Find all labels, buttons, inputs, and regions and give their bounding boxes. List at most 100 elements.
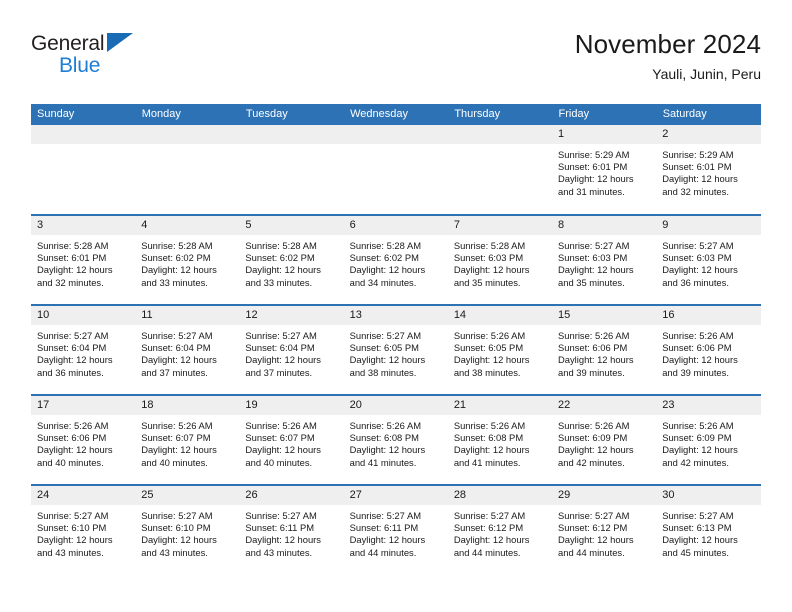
calendar-week-row: 3 Sunrise: 5:28 AM Sunset: 6:01 PM Daylight… [31,214,761,305]
calendar-day-cell[interactable]: 9 Sunrise: 5:27 AM Sunset: 6:03 PM Daylight… [656,214,761,305]
day-number: 30 [656,486,761,505]
calendar-day-cell[interactable]: 30 Sunrise: 5:27 AM Sunset: 6:13 PM Dayligh… [656,484,761,575]
daylight-duration-line1: Daylight: 12 hours [558,264,634,276]
calendar-day-cell[interactable]: 7 Sunrise: 5:28 AM Sunset: 6:03 PM Daylight… [447,214,553,305]
daylight-duration-line2: and 31 minutes. [558,185,625,197]
day-cell-inner [31,125,136,214]
sunrise-time: Sunrise: 5:26 AM [37,420,109,431]
day-cell-details: Sunrise: 5:26 AM Sunset: 6:08 PM Daylight:… [448,415,552,469]
calendar-day-cell[interactable]: 3 Sunrise: 5:28 AM Sunset: 6:01 PM Daylight… [31,214,136,305]
day-cell-inner: 8 Sunrise: 5:27 AM Sunset: 6:03 PM Daylight… [552,216,657,304]
calendar-day-cell[interactable]: 1 Sunrise: 5:29 AM Sunset: 6:01 PM Daylight… [552,125,657,215]
daylight-duration-line1: Daylight: 12 hours [349,354,426,366]
sunrise-time: Sunrise: 5:28 AM [349,240,422,251]
daylight-duration-line2: and 44 minutes. [349,546,417,558]
sunrise-time: Sunrise: 5:27 AM [662,510,734,521]
sunset-time: Sunset: 6:12 PM [558,522,628,534]
calendar-day-cell[interactable]: 5 Sunrise: 5:28 AM Sunset: 6:02 PM Daylight… [239,214,344,305]
calendar-day-cell[interactable]: 2 Sunrise: 5:29 AM Sunset: 6:01 PM Daylight… [656,125,761,215]
sunrise-time: Sunrise: 5:26 AM [141,420,213,431]
day-number [343,125,448,144]
day-cell-details: Sunrise: 5:28 AM Sunset: 6:02 PM Daylight:… [135,235,239,289]
calendar-day-cell[interactable]: 29 Sunrise: 5:27 AM Sunset: 6:12 PM Dayligh… [552,484,657,575]
calendar-day-cell[interactable]: 23 Sunrise: 5:26 AM Sunset: 6:09 PM Dayligh… [656,394,761,485]
calendar-day-cell[interactable]: 13 Sunrise: 5:27 AM Sunset: 6:05 PM Dayligh… [343,304,448,395]
calendar-day-cell[interactable]: 21 Sunrise: 5:26 AM Sunset: 6:08 PM Dayligh… [447,394,553,485]
day-cell-inner: 21 Sunrise: 5:26 AM Sunset: 6:08 PM Dayligh… [447,396,553,484]
daylight-duration-line2: and 39 minutes. [558,366,625,378]
day-number: 13 [343,306,448,325]
calendar-day-cell[interactable]: 26 Sunrise: 5:27 AM Sunset: 6:11 PM Dayligh… [239,484,344,575]
day-cell-details: Sunrise: 5:27 AM Sunset: 6:10 PM Daylight:… [31,505,135,559]
calendar-day-cell[interactable]: 27 Sunrise: 5:27 AM Sunset: 6:11 PM Dayligh… [343,484,448,575]
daylight-duration-line2: and 40 minutes. [37,456,104,468]
sunrise-time: Sunrise: 5:26 AM [349,420,422,431]
calendar-day-cell[interactable]: 24 Sunrise: 5:27 AM Sunset: 6:10 PM Dayligh… [31,484,136,575]
calendar-day-cell[interactable]: 25 Sunrise: 5:27 AM Sunset: 6:10 PM Dayligh… [135,484,240,575]
daylight-duration-line1: Daylight: 12 hours [558,173,634,185]
sunrise-time: Sunrise: 5:27 AM [141,510,213,521]
daylight-duration-line2: and 35 minutes. [558,276,625,288]
logo-text-general: General [31,32,105,55]
calendar-day-cell[interactable]: 12 Sunrise: 5:27 AM Sunset: 6:04 PM Dayligh… [239,304,344,395]
daylight-duration-line1: Daylight: 12 hours [141,264,217,276]
day-cell-details: Sunrise: 5:27 AM Sunset: 6:04 PM Daylight:… [239,325,343,379]
day-number: 10 [31,306,136,325]
sunrise-time: Sunrise: 5:26 AM [558,420,630,431]
daylight-duration-line1: Daylight: 12 hours [37,354,113,366]
calendar-day-cell[interactable]: 19 Sunrise: 5:26 AM Sunset: 6:07 PM Dayligh… [239,394,344,485]
day-cell-inner: 6 Sunrise: 5:28 AM Sunset: 6:02 PM Daylight… [343,216,448,304]
daylight-duration-line1: Daylight: 12 hours [662,354,738,366]
calendar-day-cell[interactable]: 15 Sunrise: 5:26 AM Sunset: 6:06 PM Dayligh… [552,304,657,395]
sunrise-time: Sunrise: 5:27 AM [245,330,317,341]
weekday-header-saturday: Saturday [656,104,762,125]
day-cell-inner: 16 Sunrise: 5:26 AM Sunset: 6:06 PM Dayligh… [656,306,761,394]
sunrise-time: Sunrise: 5:27 AM [349,510,422,521]
sunset-time: Sunset: 6:03 PM [453,252,524,264]
calendar-day-cell[interactable]: 11 Sunrise: 5:27 AM Sunset: 6:04 PM Dayligh… [135,304,240,395]
day-number [239,125,344,144]
day-cell-inner: 30 Sunrise: 5:27 AM Sunset: 6:13 PM Dayligh… [656,486,761,575]
day-cell-inner: 1 Sunrise: 5:29 AM Sunset: 6:01 PM Daylight… [552,125,657,214]
title-block: November 2024 Yauli, Junin, Peru [575,28,761,84]
calendar-day-cell[interactable]: 18 Sunrise: 5:26 AM Sunset: 6:07 PM Dayligh… [135,394,240,485]
sunrise-time: Sunrise: 5:26 AM [453,330,526,341]
day-cell-inner: 15 Sunrise: 5:26 AM Sunset: 6:06 PM Dayligh… [552,306,657,394]
calendar-day-cell[interactable]: 20 Sunrise: 5:26 AM Sunset: 6:08 PM Dayligh… [343,394,448,485]
daylight-duration-line2: and 34 minutes. [349,276,417,288]
daylight-duration-line2: and 45 minutes. [662,546,729,558]
calendar-cell-empty [343,125,448,215]
calendar-day-cell[interactable]: 4 Sunrise: 5:28 AM Sunset: 6:02 PM Daylight… [135,214,240,305]
sunrise-time: Sunrise: 5:27 AM [37,510,109,521]
sunset-time: Sunset: 6:01 PM [558,161,628,173]
day-cell-inner [447,125,553,214]
calendar-day-cell[interactable]: 17 Sunrise: 5:26 AM Sunset: 6:06 PM Dayligh… [31,394,136,485]
calendar-day-cell[interactable]: 16 Sunrise: 5:26 AM Sunset: 6:06 PM Dayligh… [656,304,761,395]
sunset-time: Sunset: 6:11 PM [245,522,315,534]
sunrise-time: Sunrise: 5:26 AM [662,330,734,341]
daylight-duration-line2: and 40 minutes. [245,456,313,468]
calendar-day-cell[interactable]: 22 Sunrise: 5:26 AM Sunset: 6:09 PM Dayligh… [552,394,657,485]
sunrise-time: Sunrise: 5:27 AM [37,330,109,341]
calendar-day-cell[interactable]: 14 Sunrise: 5:26 AM Sunset: 6:05 PM Dayligh… [447,304,553,395]
calendar-day-cell[interactable]: 8 Sunrise: 5:27 AM Sunset: 6:03 PM Daylight… [552,214,657,305]
daylight-duration-line2: and 36 minutes. [37,366,104,378]
daylight-duration-line1: Daylight: 12 hours [349,534,426,546]
daylight-duration-line2: and 40 minutes. [141,456,208,468]
daylight-duration-line2: and 39 minutes. [662,366,729,378]
sunset-time: Sunset: 6:06 PM [558,342,628,354]
day-cell-details: Sunrise: 5:29 AM Sunset: 6:01 PM Daylight:… [552,144,656,198]
day-number: 22 [552,396,657,415]
day-number: 7 [447,216,553,235]
day-cell-details: Sunrise: 5:27 AM Sunset: 6:11 PM Daylight:… [344,505,448,559]
calendar-day-cell[interactable]: 28 Sunrise: 5:27 AM Sunset: 6:12 PM Dayligh… [447,484,553,575]
daylight-duration-line1: Daylight: 12 hours [245,534,321,546]
daylight-duration-line1: Daylight: 12 hours [558,354,634,366]
day-number: 6 [343,216,448,235]
daylight-duration-line1: Daylight: 12 hours [141,534,217,546]
day-number: 1 [552,125,657,144]
calendar-day-cell[interactable]: 10 Sunrise: 5:27 AM Sunset: 6:04 PM Dayligh… [31,304,136,395]
day-number: 14 [447,306,553,325]
calendar-day-cell[interactable]: 6 Sunrise: 5:28 AM Sunset: 6:02 PM Daylight… [343,214,448,305]
day-cell-details: Sunrise: 5:28 AM Sunset: 6:01 PM Daylight:… [31,235,135,289]
